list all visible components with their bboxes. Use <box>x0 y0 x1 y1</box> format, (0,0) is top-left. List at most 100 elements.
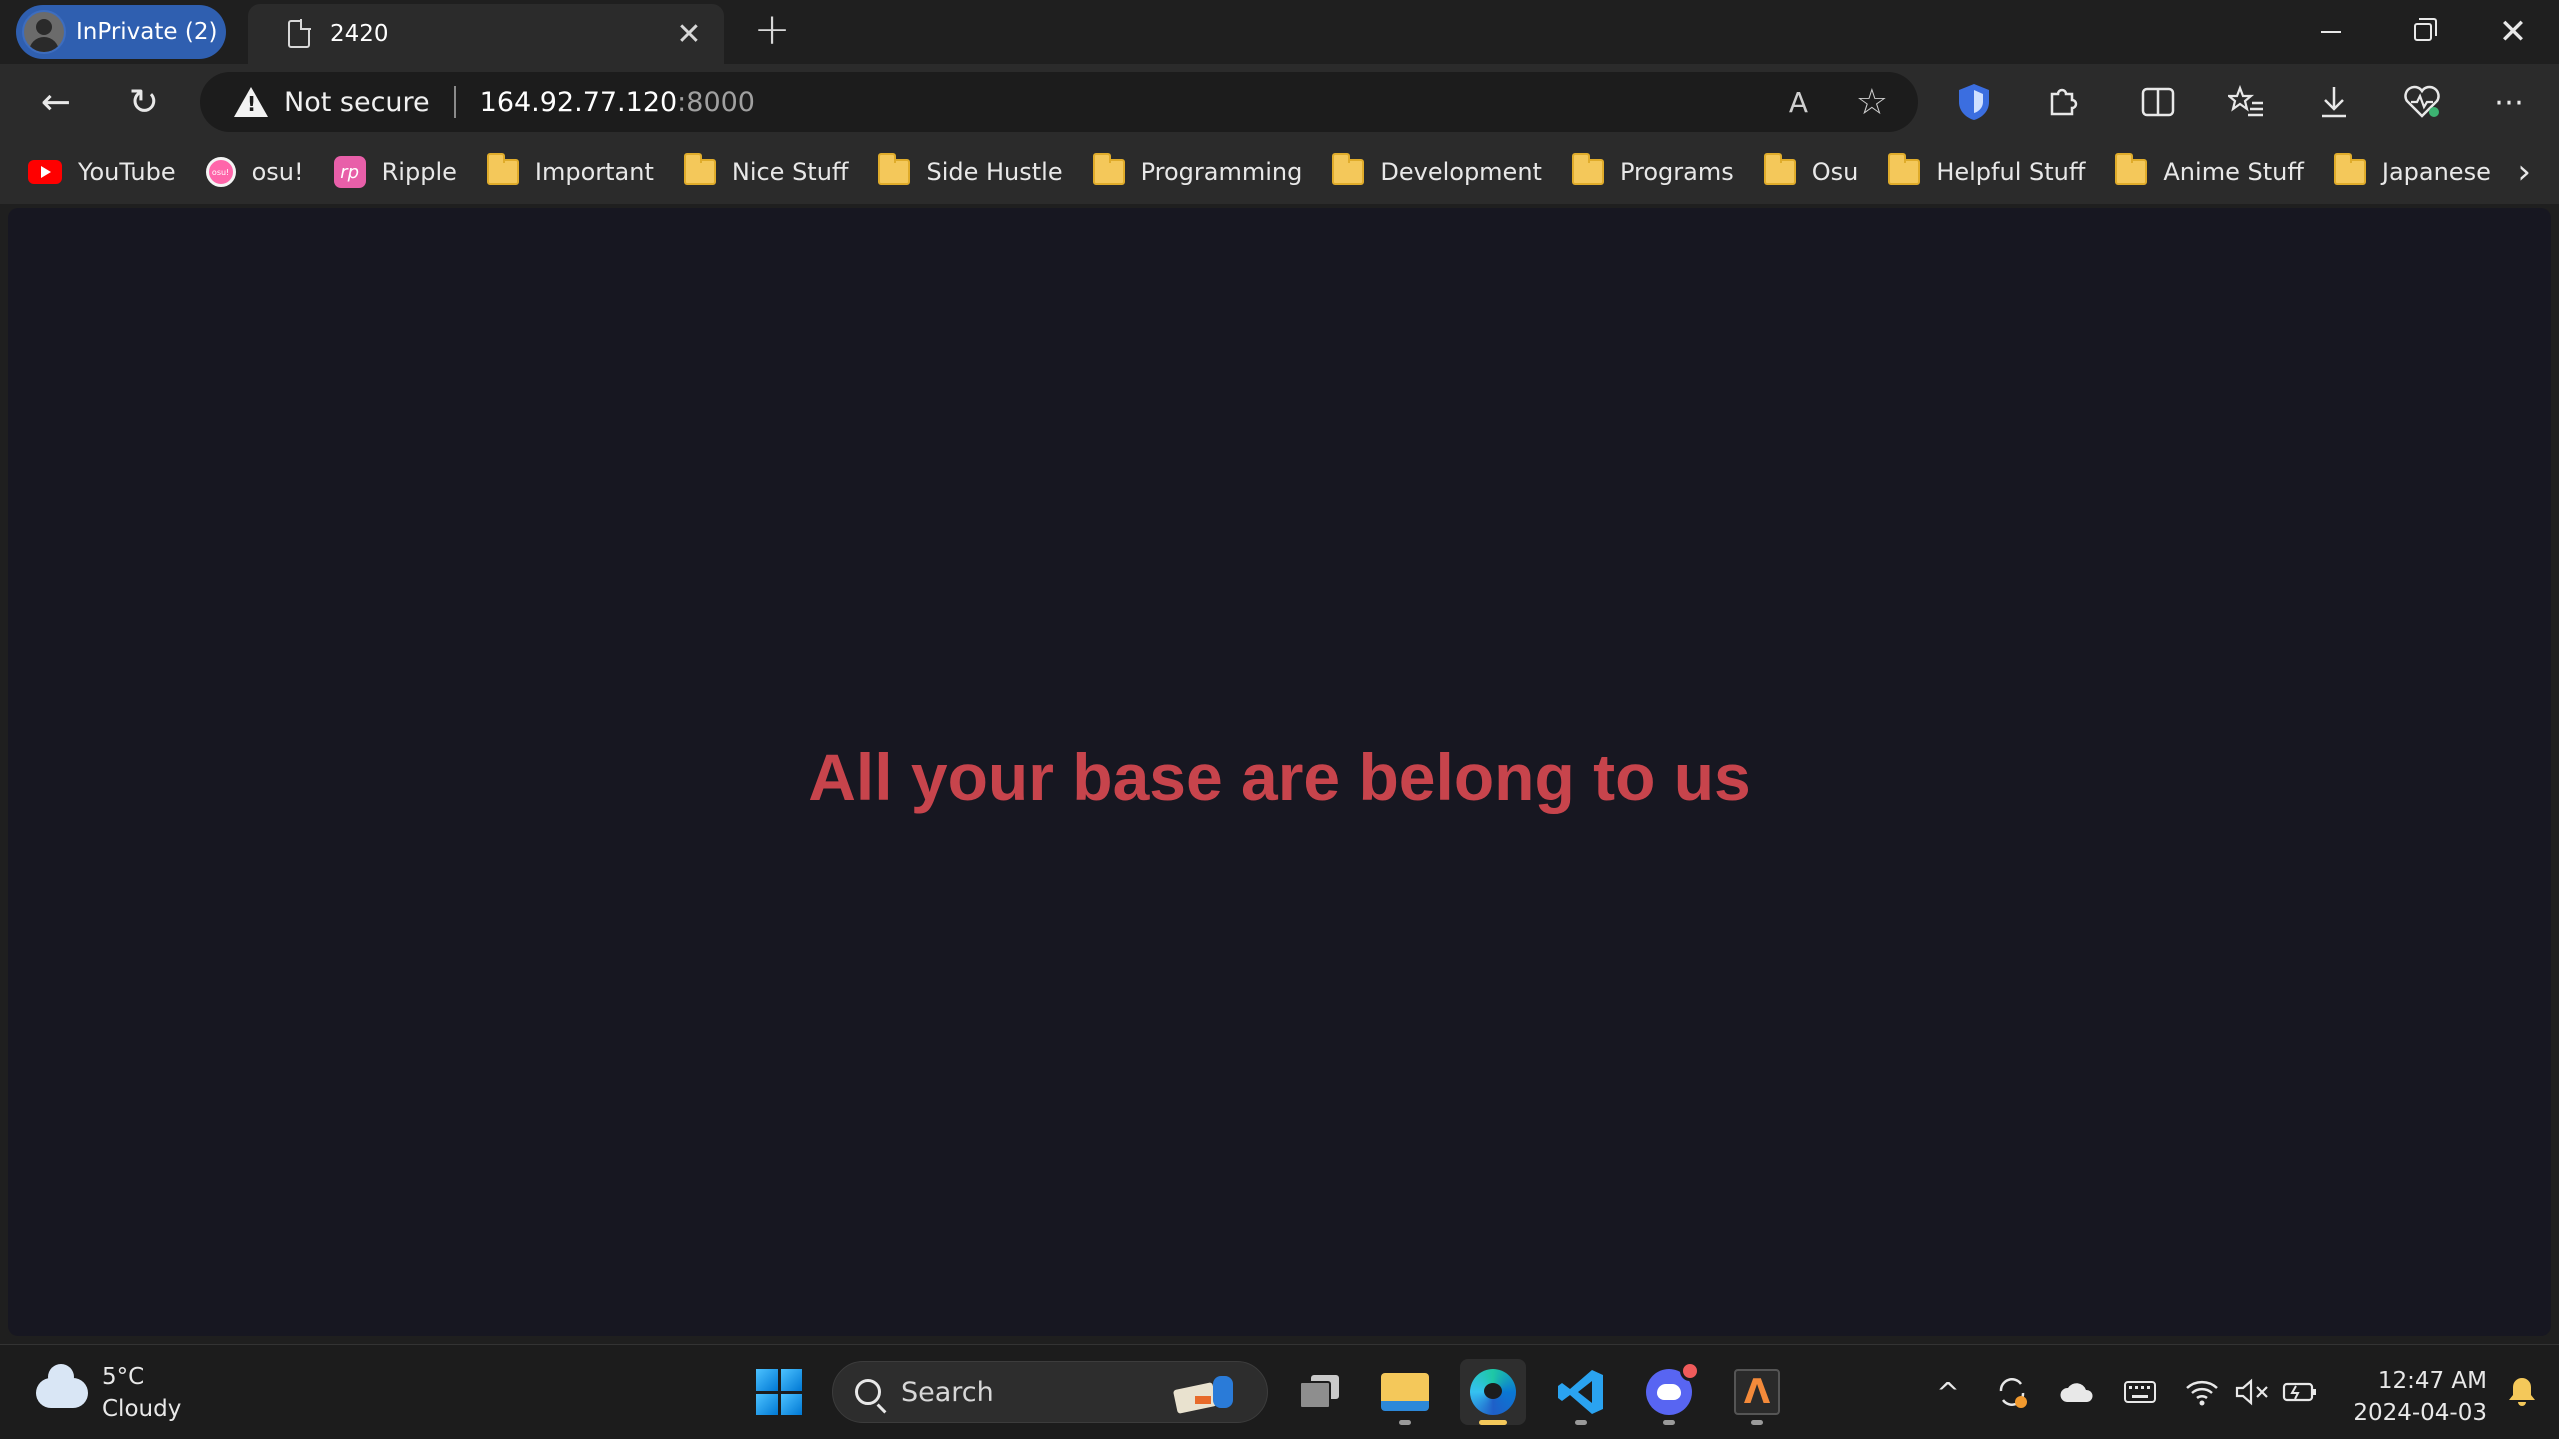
bookmark-folder-helpful-stuff[interactable]: Helpful Stuff <box>1888 153 2085 186</box>
battery-icon[interactable] <box>2278 1359 2322 1425</box>
wifi-icon[interactable] <box>2180 1359 2224 1425</box>
bookmark-label: Side Hustle <box>926 158 1063 186</box>
warning-icon <box>234 87 268 117</box>
folder-icon <box>878 153 911 185</box>
extensions-icon[interactable] <box>2032 72 2092 132</box>
start-button[interactable] <box>746 1359 812 1425</box>
running-indicator <box>1751 1420 1763 1425</box>
bookmark-osu[interactable]: osu! osu! <box>205 157 304 187</box>
folder-icon <box>2333 153 2366 185</box>
bookmark-folder-japanese[interactable]: Japanese <box>2333 153 2491 186</box>
notification-bell-icon[interactable] <box>2507 1375 2537 1415</box>
file-explorer-button[interactable] <box>1372 1359 1438 1425</box>
profile-avatar-icon <box>22 10 66 54</box>
keyboard-icon[interactable] <box>2118 1359 2162 1425</box>
page-icon <box>288 19 311 48</box>
bookmark-label: Important <box>534 158 654 186</box>
clock-time: 12:47 AM <box>2377 1368 2487 1394</box>
restore-button[interactable] <box>2377 0 2469 64</box>
terminal-icon: Λ <box>1734 1369 1780 1415</box>
address-bar[interactable]: Not secure 164.92.77.120:8000 A ☆ <box>200 72 1918 132</box>
bookmark-folder-programming[interactable]: Programming <box>1092 153 1303 186</box>
minimize-button[interactable] <box>2285 0 2377 64</box>
split-screen-icon[interactable] <box>2128 72 2188 132</box>
bookmark-label: Anime Stuff <box>2163 158 2304 186</box>
bitwarden-extension-icon[interactable] <box>1944 72 2004 132</box>
bookmark-ripple[interactable]: rp Ripple <box>333 156 457 188</box>
folder-icon <box>1888 153 1921 185</box>
edge-taskbar-button[interactable] <box>1460 1359 1526 1425</box>
folder-icon <box>683 153 716 185</box>
url-port: :8000 <box>677 86 755 118</box>
bookmark-folder-anime-stuff[interactable]: Anime Stuff <box>2115 153 2304 186</box>
task-view-button[interactable] <box>1286 1359 1352 1425</box>
youtube-icon <box>28 160 62 184</box>
windows-logo-icon <box>756 1369 802 1415</box>
discord-icon <box>1646 1361 1700 1415</box>
bookmark-folder-development[interactable]: Development <box>1332 153 1542 186</box>
restore-icon <box>2414 18 2437 41</box>
notification-badge <box>1680 1361 1700 1381</box>
volume-muted-icon[interactable] <box>2230 1359 2274 1425</box>
tab-close-button[interactable]: ✕ <box>672 17 706 52</box>
read-aloud-icon[interactable]: A <box>1789 86 1808 119</box>
weather-temperature: 5°C <box>102 1364 145 1390</box>
bookmark-folder-important[interactable]: Important <box>486 153 654 186</box>
downloads-icon[interactable] <box>2304 72 2364 132</box>
security-indicator[interactable]: Not secure <box>284 87 430 118</box>
folder-icon <box>1332 153 1365 185</box>
bookmark-youtube[interactable]: YouTube <box>28 158 176 186</box>
refresh-button[interactable]: ↻ <box>114 72 174 132</box>
search-highlight-icon <box>1173 1376 1233 1414</box>
file-explorer-icon <box>1381 1373 1429 1411</box>
bookmark-label: Osu <box>1811 158 1859 186</box>
settings-more-button[interactable]: ⋯ <box>2480 72 2540 132</box>
chevron-right-icon[interactable]: › <box>2517 152 2531 192</box>
discord-taskbar-button[interactable] <box>1636 1359 1702 1425</box>
bookmark-label: Programming <box>1140 158 1303 186</box>
bookmark-label: Nice Stuff <box>731 158 849 186</box>
show-hidden-icons-button[interactable]: ^ <box>1928 1359 1968 1425</box>
bookmark-folder-side-hustle[interactable]: Side Hustle <box>878 153 1063 186</box>
tab-active[interactable]: 2420 ✕ <box>248 4 724 64</box>
close-window-button[interactable]: ✕ <box>2467 0 2559 64</box>
folder-icon <box>486 153 519 185</box>
active-indicator <box>1479 1420 1507 1425</box>
browser-essentials-icon[interactable] <box>2392 72 2452 132</box>
task-view-icon <box>1299 1375 1339 1409</box>
taskbar: 5°C Cloudy Search Λ ^ 12:47 AM 2024-04-0… <box>0 1344 2559 1439</box>
taskbar-search[interactable]: Search <box>832 1361 1268 1423</box>
page-viewport: All your base are belong to us <box>8 208 2551 1336</box>
edge-icon <box>1470 1369 1516 1415</box>
bookmark-folder-nice-stuff[interactable]: Nice Stuff <box>683 153 849 186</box>
sync-icon[interactable] <box>1990 1359 2034 1425</box>
page-headline: All your base are belong to us <box>808 740 1751 814</box>
ripple-icon: rp <box>333 156 366 188</box>
bookmark-label: Japanese <box>2381 158 2491 186</box>
back-button[interactable]: ← <box>26 72 86 132</box>
osu-icon: osu! <box>205 157 236 187</box>
running-indicator <box>1575 1420 1587 1425</box>
bookmarks-bar: YouTube osu! osu! rp Ripple Important Nice… <box>0 140 2559 204</box>
system-clock[interactable]: 12:47 AM 2024-04-03 <box>2353 1365 2487 1429</box>
new-tab-button[interactable]: + <box>748 8 796 56</box>
folder-icon <box>2115 153 2148 185</box>
weather-description: Cloudy <box>102 1396 182 1422</box>
bookmark-label: Development <box>1380 158 1542 186</box>
bookmark-label: Ripple <box>381 158 457 186</box>
bookmark-folder-osu[interactable]: Osu <box>1763 153 1859 186</box>
alacritty-taskbar-button[interactable]: Λ <box>1724 1359 1790 1425</box>
vscode-taskbar-button[interactable] <box>1548 1359 1614 1425</box>
bookmark-folder-programs[interactable]: Programs <box>1571 153 1734 186</box>
search-icon <box>855 1379 881 1405</box>
title-bar: InPrivate (2) 2420 ✕ + ✕ <box>0 0 2559 64</box>
weather-widget[interactable]: 5°C Cloudy <box>36 1361 181 1425</box>
inprivate-profile-button[interactable]: InPrivate (2) <box>16 5 226 59</box>
cloud-icon <box>36 1364 88 1408</box>
bookmark-label: Programs <box>1619 158 1734 186</box>
onedrive-icon[interactable] <box>2054 1359 2098 1425</box>
inprivate-label: InPrivate (2) <box>76 19 218 45</box>
favorites-icon[interactable] <box>2216 72 2276 132</box>
bookmark-label: osu! <box>251 158 304 186</box>
favorite-star-icon[interactable]: ☆ <box>1856 82 1888 123</box>
